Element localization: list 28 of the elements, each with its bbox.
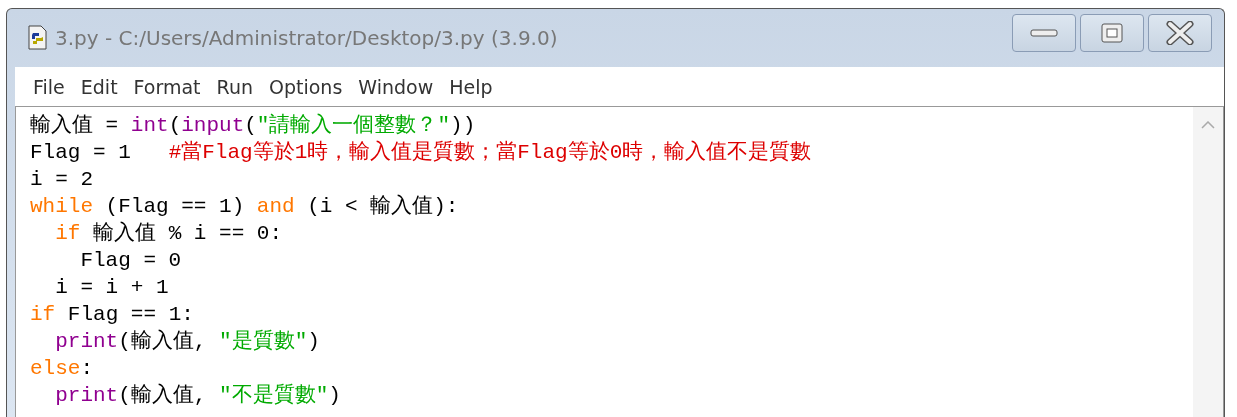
code-line: if Flag == 1: <box>30 302 195 328</box>
menu-item[interactable]: Window <box>358 76 434 98</box>
code-line: print(輸入值, "是質數") <box>54 328 321 355</box>
code-line: 輸入值 = int(input("請輸入一個整數？")) <box>30 112 477 139</box>
menu-item[interactable]: File <box>33 76 65 98</box>
python-file-icon <box>27 25 49 51</box>
scrollbar[interactable] <box>1193 107 1223 417</box>
close-icon <box>1165 21 1195 45</box>
menu-item[interactable]: Help <box>449 76 493 98</box>
code-line: else: <box>30 356 95 382</box>
code-line: print(輸入值, "不是質數") <box>54 382 342 409</box>
close-button[interactable] <box>1148 14 1212 52</box>
menu-item[interactable]: Options <box>269 76 343 98</box>
code-line: if 輸入值 % i == 0: <box>54 220 284 247</box>
code-editor[interactable] <box>15 106 1224 417</box>
code-line: Flag = 0 <box>79 248 183 274</box>
code-line: while (Flag == 1) and (i < 輸入值): <box>30 193 460 220</box>
menu-item[interactable]: Run <box>216 76 253 98</box>
menu-item[interactable]: Edit <box>80 76 118 98</box>
maximize-icon <box>1100 22 1124 44</box>
minimize-icon <box>1029 28 1059 38</box>
scroll-up-icon <box>1201 121 1215 129</box>
minimize-button[interactable] <box>1012 14 1076 52</box>
code-line: i = 2 <box>30 167 94 193</box>
menu-item[interactable]: Format <box>133 76 201 98</box>
code-line: Flag = 1 #當Flag等於1時，輸入值是質數；當Flag等於0時，輸入值不是質數 <box>30 139 813 166</box>
code-line: i = i + 1 <box>54 275 170 301</box>
window-title: 3.py - C:/Users/Administrator/Desktop/3.py (3.9.0) <box>55 26 559 50</box>
